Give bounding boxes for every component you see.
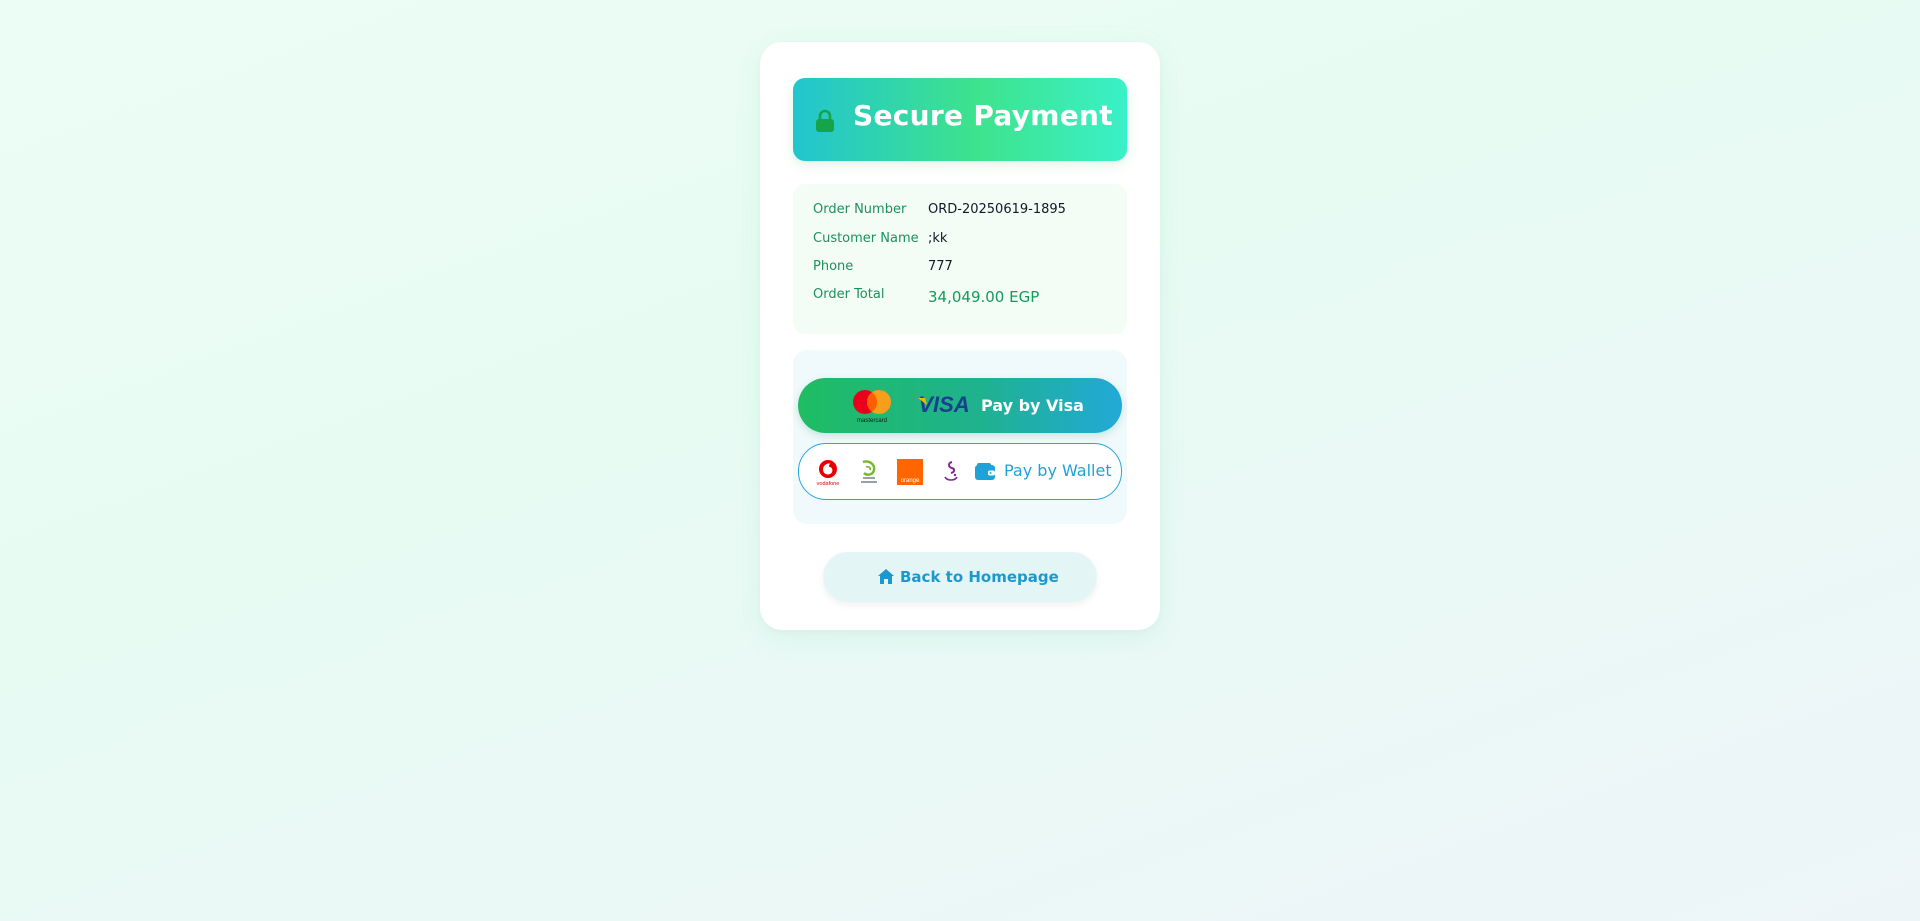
customer-name-row: Customer Name ;kk [813, 231, 1113, 251]
lock-icon [816, 109, 834, 132]
customer-name-label: Customer Name [813, 231, 919, 246]
order-total-row: Order Total 34,049.00 EGP [813, 287, 1113, 307]
we-pay-logo [944, 461, 958, 481]
order-number-value: ORD-20250619-1895 [928, 202, 1066, 217]
wallet-icon [975, 463, 995, 480]
order-number-label: Order Number [813, 202, 907, 217]
back-to-homepage-button[interactable]: Back to Homepage [823, 552, 1097, 602]
pay-by-visa-label: Pay by Visa [981, 396, 1084, 415]
visa-logo: VISA [918, 392, 970, 416]
phone-value: 777 [928, 259, 953, 274]
orange-cash-logo: orange [897, 459, 923, 485]
order-number-row: Order Number ORD-20250619-1895 [813, 202, 1113, 222]
orange-text: orange [901, 478, 920, 484]
page-title: Secure Payment [853, 99, 1113, 132]
order-total-value: 34,049.00 EGP [928, 288, 1040, 306]
order-summary: Order Number ORD-20250619-1895 Customer … [793, 184, 1127, 334]
vodafone-cash-logo: vodafone [817, 460, 840, 486]
mastercard-logo: mastercard [853, 390, 891, 424]
mastercard-text: mastercard [857, 418, 887, 424]
phone-row: Phone 777 [813, 259, 1113, 279]
vodafone-text: vodafone [817, 481, 840, 486]
home-icon [878, 569, 894, 584]
etisalat-cash-logo [861, 460, 877, 483]
payment-options: mastercard VISA Pay by Visa vodafone ora… [793, 350, 1127, 524]
payment-card: Secure Payment Order Number ORD-20250619… [760, 42, 1160, 630]
pay-by-wallet-button[interactable]: vodafone orange Pay by Wallet [798, 443, 1122, 500]
back-to-homepage-label: Back to Homepage [900, 568, 1059, 586]
payment-header: Secure Payment [793, 78, 1127, 161]
phone-label: Phone [813, 259, 854, 274]
pay-by-visa-button[interactable]: mastercard VISA Pay by Visa [798, 378, 1122, 433]
pay-by-wallet-label: Pay by Wallet [1004, 461, 1112, 480]
customer-name-value: ;kk [928, 231, 948, 246]
order-total-label: Order Total [813, 287, 885, 302]
